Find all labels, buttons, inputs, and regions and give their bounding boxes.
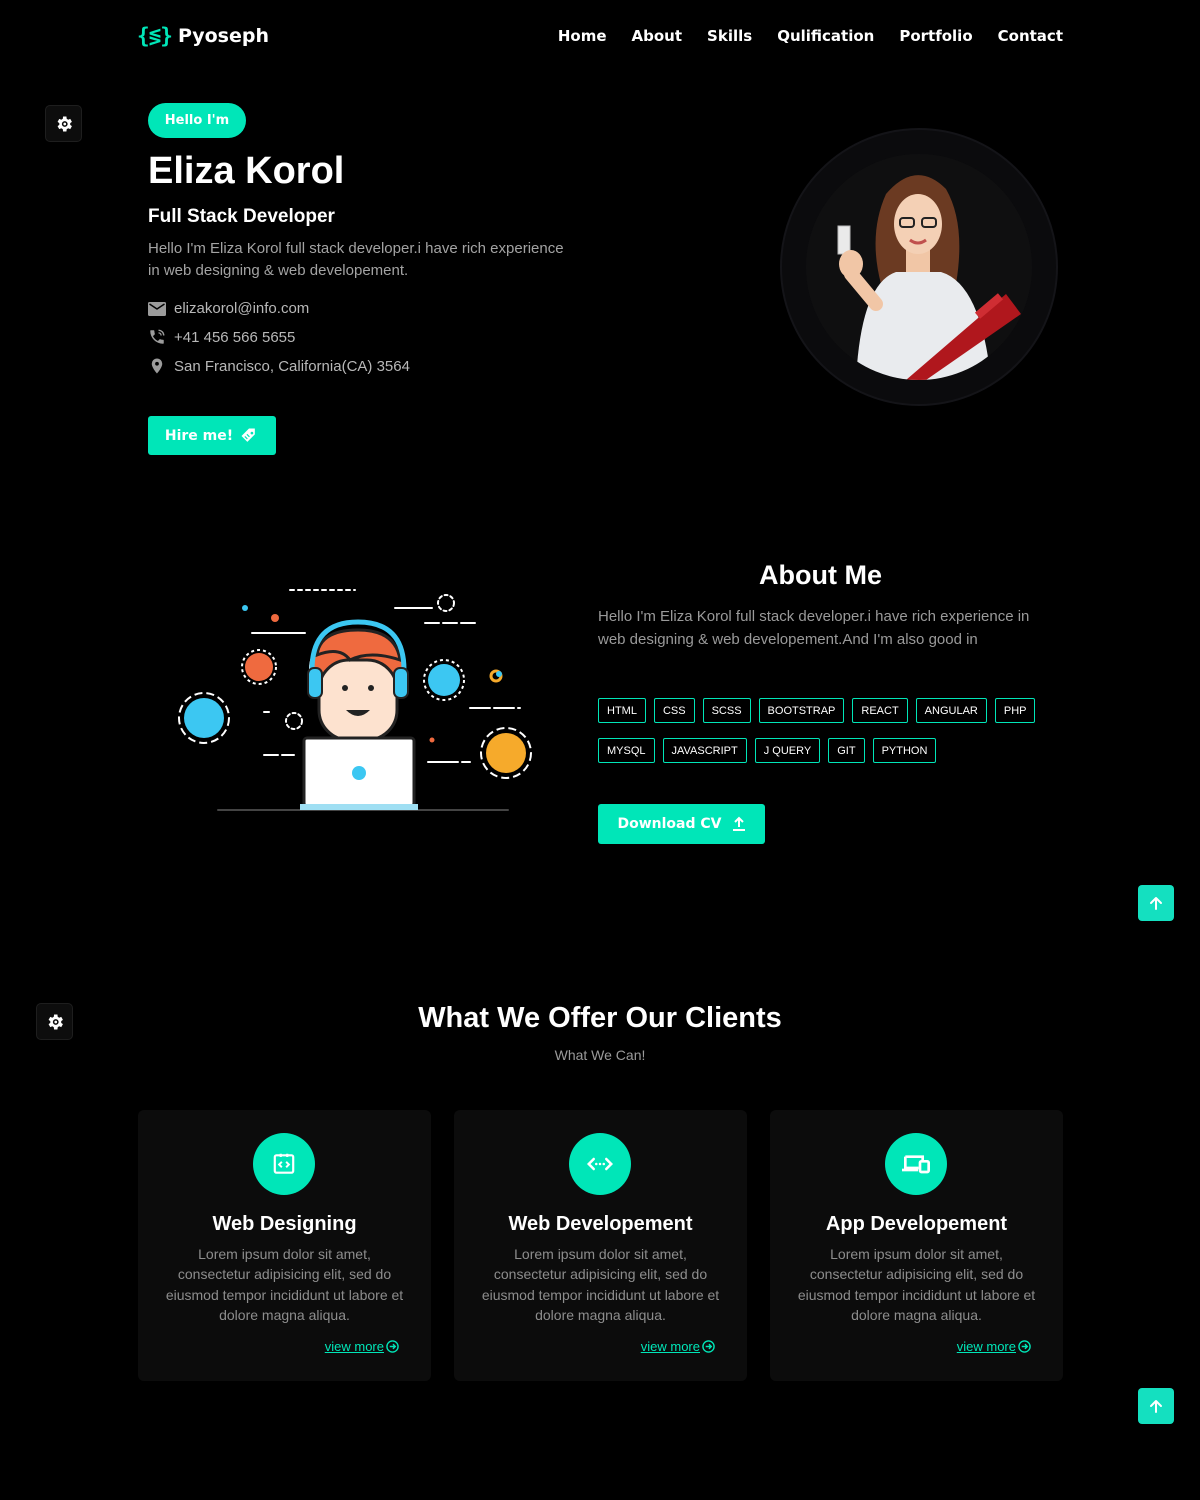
nav-about[interactable]: About [632, 27, 683, 45]
brand-mark: {≶} [137, 24, 173, 48]
cv-label: Download CV [617, 816, 722, 832]
services-title: What We Offer Our Clients [418, 1002, 782, 1034]
hero-description: Hello I'm Eliza Korol full stack develop… [148, 240, 564, 279]
nav-qualification[interactable]: Qulification [777, 27, 874, 45]
skill-tag: ANGULAR [915, 698, 987, 723]
contact-phone[interactable]: +41 456 566 5655 [148, 328, 295, 346]
download-cv-button[interactable]: Download CV [598, 804, 765, 844]
hero-name: Eliza Korol [148, 150, 345, 192]
skill-tag: GIT [828, 738, 865, 763]
location-pin-icon [151, 358, 163, 374]
brand-name: Pyoseph [177, 25, 269, 47]
service-card: Web Designing Lorem ipsum dolor sit amet… [138, 1110, 431, 1381]
service-text: Lorem ipsum dolor sit amet, consectetur … [797, 1246, 1036, 1323]
skill-tag: BOOTSTRAP [758, 698, 845, 723]
nav-skills[interactable]: Skills [707, 27, 752, 45]
mail-icon [148, 301, 166, 316]
devices-icon [902, 1155, 930, 1174]
arrow-up-icon [1150, 897, 1162, 910]
services-subtitle: What We Can! [554, 1047, 646, 1063]
skill-tags: HTML CSS SCSS BOOTSTRAP REACT ANGULAR PH… [598, 698, 1058, 763]
upload-icon [732, 816, 745, 831]
skill-tag: J QUERY [754, 738, 821, 763]
arrow-circle-right-icon [386, 1340, 399, 1353]
service-icon-badge [253, 1133, 315, 1195]
gear-icon [57, 116, 72, 131]
avatar [806, 154, 1032, 380]
skill-tag: PHP [994, 698, 1036, 723]
service-icon-badge [885, 1133, 947, 1195]
service-icon-badge [569, 1133, 631, 1195]
code-arrows-icon [586, 1157, 614, 1171]
scroll-top-button[interactable] [1138, 885, 1174, 921]
scroll-top-button-2[interactable] [1138, 1388, 1174, 1424]
email-text: elizakorol@info.com [174, 300, 310, 317]
view-more-link[interactable]: view more [641, 1339, 715, 1354]
tag-icon [241, 428, 255, 442]
view-more-label: view more [640, 1339, 700, 1354]
view-more-label: view more [324, 1339, 384, 1354]
arrow-circle-right-icon [702, 1340, 715, 1353]
view-more-label: view more [956, 1339, 1016, 1354]
skill-tag: JAVASCRIPT [662, 738, 747, 763]
service-text: Lorem ipsum dolor sit amet, consectetur … [481, 1246, 720, 1323]
nav-contact[interactable]: Contact [998, 27, 1063, 45]
service-title: Web Developement [508, 1213, 693, 1235]
service-title: App Developement [825, 1213, 1008, 1235]
portrait-image [806, 154, 1032, 380]
arrow-up-icon [1150, 1400, 1162, 1413]
view-more-link[interactable]: view more [957, 1339, 1031, 1354]
skill-tag: REACT [852, 698, 908, 723]
about-description: Hello I'm Eliza Korol full stack develop… [598, 608, 1030, 648]
brand-logo[interactable]: {≶} Pyoseph [137, 24, 269, 48]
about-title: About Me [759, 560, 882, 590]
service-title: Web Designing [212, 1213, 357, 1235]
developer-illustration [178, 589, 532, 811]
hire-me-button[interactable]: Hire me! [148, 416, 276, 455]
address-text: San Francisco, California(CA) 3564 [174, 357, 410, 375]
main-nav: Home About Skills Qulification Portfolio… [558, 27, 1063, 45]
view-more-link[interactable]: view more [325, 1339, 399, 1354]
arrow-circle-right-icon [1018, 1340, 1031, 1353]
skill-tag: SCSS [702, 698, 751, 723]
skill-tag: MYSQL [598, 738, 655, 763]
contact-email[interactable]: elizakorol@info.com [148, 300, 309, 317]
hero-role: Full Stack Developer [148, 206, 335, 227]
nav-portfolio[interactable]: Portfolio [899, 27, 972, 45]
skill-tag: CSS [653, 698, 695, 723]
phone-text: +41 456 566 5655 [174, 328, 296, 346]
greeting-pill: Hello I'm [148, 103, 246, 138]
code-frame-icon [273, 1153, 295, 1174]
service-text: Lorem ipsum dolor sit amet, consectetur … [165, 1246, 404, 1323]
skill-tag: HTML [598, 698, 646, 723]
contact-address: San Francisco, California(CA) 3564 [148, 357, 410, 375]
hire-label: Hire me! [164, 427, 234, 444]
nav-home[interactable]: Home [558, 27, 607, 45]
skill-tag: PYTHON [872, 738, 937, 763]
service-card: App Developement Lorem ipsum dolor sit a… [770, 1110, 1063, 1381]
service-card: Web Developement Lorem ipsum dolor sit a… [454, 1110, 747, 1381]
settings-button[interactable] [45, 105, 82, 142]
phone-icon [150, 329, 165, 344]
